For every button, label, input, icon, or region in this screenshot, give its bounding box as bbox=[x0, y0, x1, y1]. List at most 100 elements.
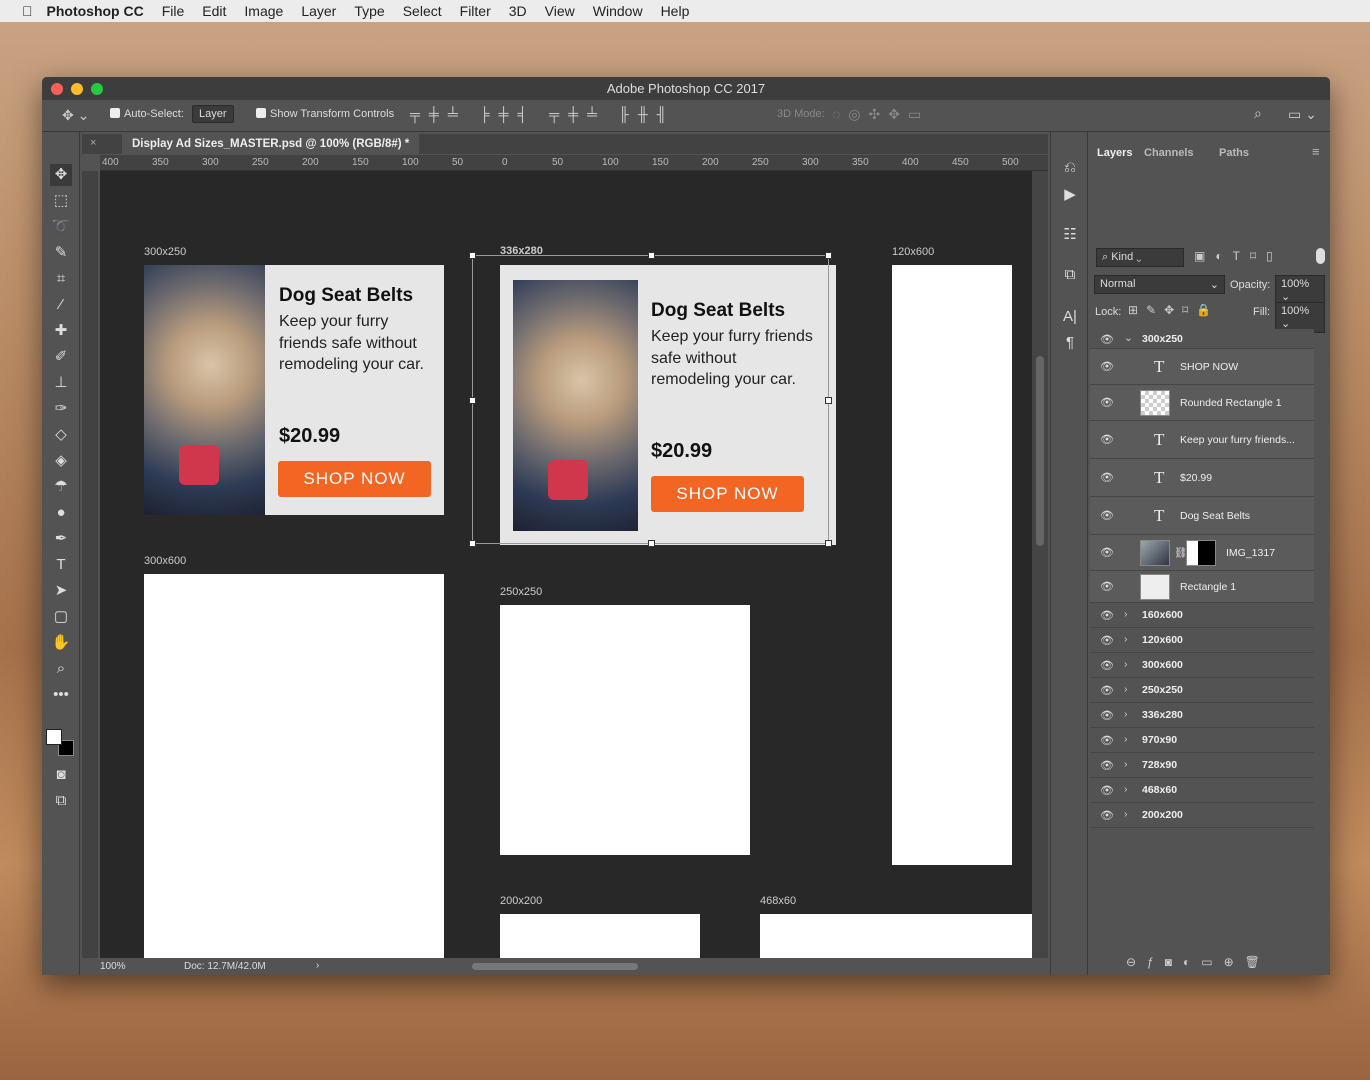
chevron-down-icon[interactable]: ⌄ bbox=[1124, 332, 1133, 344]
visibility-eye-icon[interactable]: 👁 bbox=[1100, 634, 1114, 647]
transform-handle[interactable] bbox=[648, 252, 655, 259]
layer-group[interactable]: 👁›250x250 bbox=[1090, 678, 1314, 703]
healing-tool-icon[interactable]: ✚ bbox=[50, 320, 72, 342]
layer-group-open[interactable]: 👁⌄300x250 bbox=[1090, 329, 1314, 349]
chevron-right-icon[interactable]: › bbox=[1124, 683, 1128, 695]
minimize-button[interactable] bbox=[71, 83, 83, 95]
artboard-468x60[interactable] bbox=[760, 914, 1032, 958]
menu-file[interactable]: File bbox=[162, 3, 185, 19]
quick-mask-icon[interactable]: ◙ bbox=[50, 764, 72, 786]
vertical-scrollbar[interactable] bbox=[1032, 171, 1048, 958]
layer-group[interactable]: 👁›970x90 bbox=[1090, 728, 1314, 753]
menu-view[interactable]: View bbox=[545, 3, 575, 19]
status-arrow-icon[interactable]: › bbox=[316, 960, 319, 971]
visibility-eye-icon[interactable]: 👁 bbox=[1100, 609, 1114, 622]
artboard-label[interactable]: 120x600 bbox=[892, 246, 934, 258]
libraries-icon[interactable]: ⧉ bbox=[1059, 264, 1081, 286]
layer-group[interactable]: 👁›160x600 bbox=[1090, 603, 1314, 628]
menu-filter[interactable]: Filter bbox=[460, 3, 491, 19]
move-tool-icon[interactable]: ✥ bbox=[50, 164, 72, 186]
layer-row[interactable]: 👁T$20.99 bbox=[1090, 459, 1314, 497]
quick-select-tool-icon[interactable]: ✎ bbox=[50, 242, 72, 264]
transform-handle[interactable] bbox=[469, 540, 476, 547]
transform-handle[interactable] bbox=[469, 252, 476, 259]
horizontal-scroll-thumb[interactable] bbox=[472, 963, 638, 970]
paragraph-icon[interactable]: ¶ bbox=[1059, 332, 1081, 354]
show-transform-checkbox[interactable]: Show Transform Controls bbox=[256, 108, 394, 120]
shape-tool-icon[interactable]: ▢ bbox=[50, 606, 72, 628]
chevron-right-icon[interactable]: › bbox=[1124, 733, 1128, 745]
more-tools-icon[interactable]: ••• bbox=[50, 684, 72, 706]
chevron-right-icon[interactable]: › bbox=[1124, 608, 1128, 620]
auto-select-checkbox[interactable]: Auto-Select: bbox=[110, 108, 184, 120]
visibility-eye-icon[interactable]: 👁 bbox=[1100, 734, 1114, 747]
layer-row[interactable]: 👁TSHOP NOW bbox=[1090, 349, 1314, 385]
panel-menu-icon[interactable]: ≡ bbox=[1312, 144, 1320, 159]
tab-channels[interactable]: Channels bbox=[1144, 147, 1194, 159]
actions-play-icon[interactable]: ▶ bbox=[1059, 184, 1081, 206]
transform-handle[interactable] bbox=[825, 252, 832, 259]
transform-handle[interactable] bbox=[469, 397, 476, 404]
transform-handle[interactable] bbox=[825, 397, 832, 404]
document-tab[interactable]: Display Ad Sizes_MASTER.psd @ 100% (RGB/… bbox=[122, 134, 419, 154]
chevron-right-icon[interactable]: › bbox=[1124, 633, 1128, 645]
menu-app[interactable]: Photoshop CC bbox=[47, 3, 144, 19]
filter-toggle[interactable] bbox=[1316, 248, 1325, 264]
visibility-eye-icon[interactable]: 👁 bbox=[1100, 471, 1114, 484]
layer-row[interactable]: 👁Rounded Rectangle 1 bbox=[1090, 385, 1314, 421]
visibility-eye-icon[interactable]: 👁 bbox=[1100, 360, 1114, 373]
visibility-eye-icon[interactable]: 👁 bbox=[1100, 809, 1114, 822]
scroll-thumb[interactable] bbox=[1036, 356, 1044, 546]
properties-icon[interactable]: ☷ bbox=[1059, 224, 1081, 246]
foreground-color[interactable] bbox=[46, 729, 62, 745]
eraser-tool-icon[interactable]: ◇ bbox=[50, 424, 72, 446]
layer-group[interactable]: 👁›200x200 bbox=[1090, 803, 1314, 828]
canvas[interactable]: 300x250 Dog Seat Belts Keep your furry f… bbox=[100, 171, 1032, 958]
layer-row[interactable]: 👁⛓IMG_1317 bbox=[1090, 535, 1314, 571]
artboard-200x200[interactable] bbox=[500, 914, 700, 958]
transform-handle[interactable] bbox=[825, 540, 832, 547]
zoom-button[interactable] bbox=[91, 83, 103, 95]
layer-row[interactable]: 👁TKeep your furry friends... bbox=[1090, 421, 1314, 459]
artboard-300x250[interactable]: Dog Seat Belts Keep your furry friends s… bbox=[144, 265, 444, 515]
align-icons[interactable]: ╤╪╧ ╞╪╡ ╤╪╧ ╟╫╢ bbox=[410, 106, 676, 122]
visibility-eye-icon[interactable]: 👁 bbox=[1100, 784, 1114, 797]
kind-filter-dropdown[interactable]: ⌕ Kind ⌄ bbox=[1096, 248, 1184, 267]
layer-group[interactable]: 👁›336x280 bbox=[1090, 703, 1314, 728]
type-tool-icon[interactable]: T bbox=[50, 554, 72, 576]
chevron-right-icon[interactable]: › bbox=[1124, 783, 1128, 795]
layer-group[interactable]: 👁›728x90 bbox=[1090, 753, 1314, 778]
history-brush-icon[interactable]: ✑ bbox=[50, 398, 72, 420]
close-button[interactable] bbox=[51, 83, 63, 95]
visibility-eye-icon[interactable]: 👁 bbox=[1100, 659, 1114, 672]
visibility-eye-icon[interactable]: 👁 bbox=[1100, 433, 1114, 446]
filter-type-icons[interactable]: ▣◐T⌑▯ bbox=[1194, 249, 1283, 263]
shop-now-button[interactable]: SHOP NOW bbox=[278, 461, 431, 497]
chevron-right-icon[interactable]: › bbox=[1124, 708, 1128, 720]
menu-edit[interactable]: Edit bbox=[202, 3, 226, 19]
artboard-label[interactable]: 300x250 bbox=[144, 246, 186, 258]
eyedropper-tool-icon[interactable]: ⁄ bbox=[50, 294, 72, 316]
transform-handle[interactable] bbox=[648, 540, 655, 547]
close-tab-icon[interactable]: × bbox=[90, 137, 96, 149]
blend-mode-dropdown[interactable]: Normal⌄ bbox=[1094, 275, 1225, 294]
workspace-icon[interactable]: ▭ ⌄ bbox=[1288, 106, 1317, 123]
visibility-eye-icon[interactable]: 👁 bbox=[1100, 333, 1114, 346]
move-tool-icon[interactable]: ✥ ⌄ bbox=[62, 107, 89, 124]
visibility-eye-icon[interactable]: 👁 bbox=[1100, 684, 1114, 697]
visibility-eye-icon[interactable]: 👁 bbox=[1100, 546, 1114, 559]
artboard-120x600[interactable] bbox=[892, 265, 1012, 865]
artboard-300x600[interactable] bbox=[144, 574, 444, 958]
layer-footer-icons[interactable]: ⊖ƒ◙◐▭⊕🗑 bbox=[1126, 955, 1271, 969]
menu-layer[interactable]: Layer bbox=[301, 3, 336, 19]
lasso-tool-icon[interactable]: ➰ bbox=[50, 216, 72, 238]
artboard-label[interactable]: 250x250 bbox=[500, 586, 542, 598]
visibility-eye-icon[interactable]: 👁 bbox=[1100, 509, 1114, 522]
hand-tool-icon[interactable]: ✋ bbox=[50, 632, 72, 654]
character-icon[interactable]: A| bbox=[1059, 306, 1081, 328]
chevron-right-icon[interactable]: › bbox=[1124, 658, 1128, 670]
stamp-tool-icon[interactable]: ⊥ bbox=[50, 372, 72, 394]
menu-help[interactable]: Help bbox=[661, 3, 690, 19]
menu-3d[interactable]: 3D bbox=[509, 3, 527, 19]
search-icon[interactable]: ⌕ bbox=[1254, 105, 1262, 122]
